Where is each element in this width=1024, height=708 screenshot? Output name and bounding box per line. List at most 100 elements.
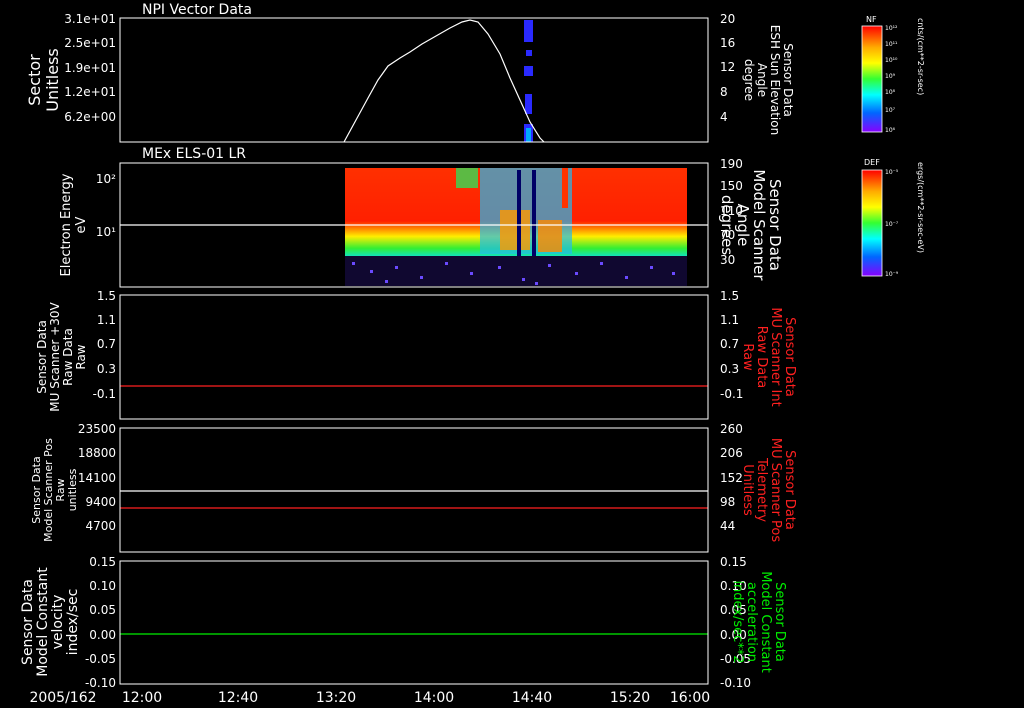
- right-axis-label: Sensor Data Model Constant acceleration …: [730, 571, 787, 673]
- tick-label: 98: [720, 495, 735, 509]
- tick-label: 8: [720, 85, 728, 99]
- tick-label: 260: [720, 422, 743, 436]
- colorbar-tick: 10⁻⁷: [885, 221, 899, 228]
- tick-label: 0.3: [720, 362, 739, 376]
- tick-label: -0.05: [85, 652, 116, 666]
- tick-label: 4: [720, 110, 728, 124]
- tick-label: -0.1: [93, 387, 116, 401]
- label-line: Sensor Data: [35, 320, 49, 394]
- colorbar-tick: 10⁻⁵: [885, 169, 899, 176]
- tick-label: 4700: [85, 519, 116, 533]
- label-line: Electron Energy: [59, 173, 74, 276]
- left-axis-label: Sector Unitless: [25, 48, 62, 112]
- tick-label: 190: [720, 157, 743, 171]
- tick-label: -0.10: [720, 676, 751, 690]
- label-line: Raw: [740, 343, 755, 371]
- label-line: Sensor Data: [772, 582, 787, 662]
- tick-label: 14100: [78, 471, 116, 485]
- tick-label: 1.1: [97, 313, 116, 327]
- tick-label: 1.1: [720, 313, 739, 327]
- colorbar-tick: 10⁷: [885, 107, 896, 114]
- tick-label: 10¹: [96, 225, 116, 239]
- label-line: Raw Data: [754, 326, 769, 389]
- label-line: index/sec: [65, 589, 81, 656]
- label-line: MU Scanner +30V: [48, 302, 62, 412]
- colorbar-unit: ergs/(cm**2-sr-sec-eV): [916, 162, 925, 253]
- panel-title: NPI Vector Data: [142, 2, 252, 18]
- time-tick-label: 16:00: [670, 690, 710, 706]
- tick-label: 23500: [78, 422, 116, 436]
- label-line: Sector: [25, 54, 44, 106]
- plot-canvas: NPI Vector Data 3.1e+01 2.5e+01 1.9e+01 …: [0, 0, 1024, 708]
- label-line: Unitless: [43, 48, 62, 112]
- tick-label: 152: [720, 471, 743, 485]
- tick-label: 0.10: [89, 579, 116, 593]
- label-line: Sensor Data: [781, 43, 795, 117]
- tick-label: 10²: [96, 172, 116, 186]
- label-line: Sensor Data: [782, 450, 797, 530]
- panel-title: MEx ELS-01 LR: [142, 146, 246, 162]
- tick-label: 0.15: [720, 555, 747, 569]
- tick-label: 1.5: [97, 289, 116, 303]
- label-line: Sensor Data: [782, 317, 797, 397]
- label-line: Raw Data: [61, 328, 75, 386]
- tick-label: 9400: [85, 495, 116, 509]
- tick-label: -0.1: [720, 387, 743, 401]
- tick-label: 0.7: [97, 337, 116, 351]
- tick-label: 1.5: [720, 289, 739, 303]
- tick-label: 3.1e+01: [64, 12, 116, 26]
- label-line: Sensor Data: [20, 579, 36, 665]
- tick-label: 1.2e+01: [64, 85, 116, 99]
- label-line: unitless: [66, 468, 79, 511]
- tick-label: 0.7: [720, 337, 739, 351]
- time-tick-label: 14:40: [512, 690, 552, 706]
- time-tick-label: 12:40: [218, 690, 258, 706]
- tick-label: 6.2e+00: [64, 110, 116, 124]
- label-line: Unitless: [740, 464, 755, 516]
- label-line: Model Constant: [758, 571, 773, 673]
- tick-label: 2.5e+01: [64, 36, 116, 50]
- time-tick-label: 13:20: [316, 690, 356, 706]
- label-line: Telemetry: [754, 457, 769, 522]
- tick-label: 16: [720, 36, 735, 50]
- tick-label: 0.05: [89, 603, 116, 617]
- tick-label: 12: [720, 60, 735, 74]
- label-line: MU Scanner Pos: [768, 438, 783, 543]
- label-line: ESH Sun Elevation: [768, 25, 782, 135]
- tick-label: 0.3: [97, 362, 116, 376]
- colorbar-tick: 10⁸: [885, 89, 896, 96]
- label-line: degrees: [718, 195, 736, 256]
- label-line: Angle: [755, 63, 769, 97]
- tick-label: 0.00: [89, 628, 116, 642]
- colorbar-tick: 10¹²: [885, 25, 898, 32]
- tick-label: 44: [720, 519, 735, 533]
- label-line: index/sec**2: [730, 580, 745, 663]
- label-line: Model Constant: [35, 567, 51, 677]
- label-line: MU Scanner Int: [768, 307, 783, 406]
- time-tick-label: 14:00: [414, 690, 454, 706]
- time-tick-label: 15:20: [610, 690, 650, 706]
- label-line: acceleration: [744, 582, 759, 662]
- colorbar-tick: 10¹¹: [885, 41, 898, 48]
- colorbar-label: NF: [866, 15, 877, 24]
- time-tick-label: 12:00: [122, 690, 162, 706]
- colorbar-tick: 10⁹: [885, 73, 896, 80]
- tick-label: -0.10: [85, 676, 116, 690]
- date-label: 2005/162: [29, 690, 96, 706]
- colorbar-tick: 10⁻⁹: [885, 271, 899, 278]
- label-line: eV: [74, 216, 89, 233]
- tick-label: 206: [720, 446, 743, 460]
- colorbar-label: DEF: [864, 158, 880, 167]
- colorbar-tick: 10¹⁰: [885, 57, 898, 64]
- tick-label: 18800: [78, 446, 116, 460]
- electron-spectrogram: [345, 168, 687, 286]
- colorbar-unit: cnts/(cm**2-sr-sec): [916, 18, 925, 95]
- label-line: Raw: [74, 344, 88, 369]
- tick-label: 1.9e+01: [64, 61, 116, 75]
- tick-label: 20: [720, 12, 735, 26]
- tick-label: 150: [720, 179, 743, 193]
- colorbar-tick: 10⁶: [885, 127, 896, 134]
- label-line: degree: [742, 59, 756, 101]
- label-line: velocity: [50, 595, 66, 650]
- tick-label: 0.15: [89, 555, 116, 569]
